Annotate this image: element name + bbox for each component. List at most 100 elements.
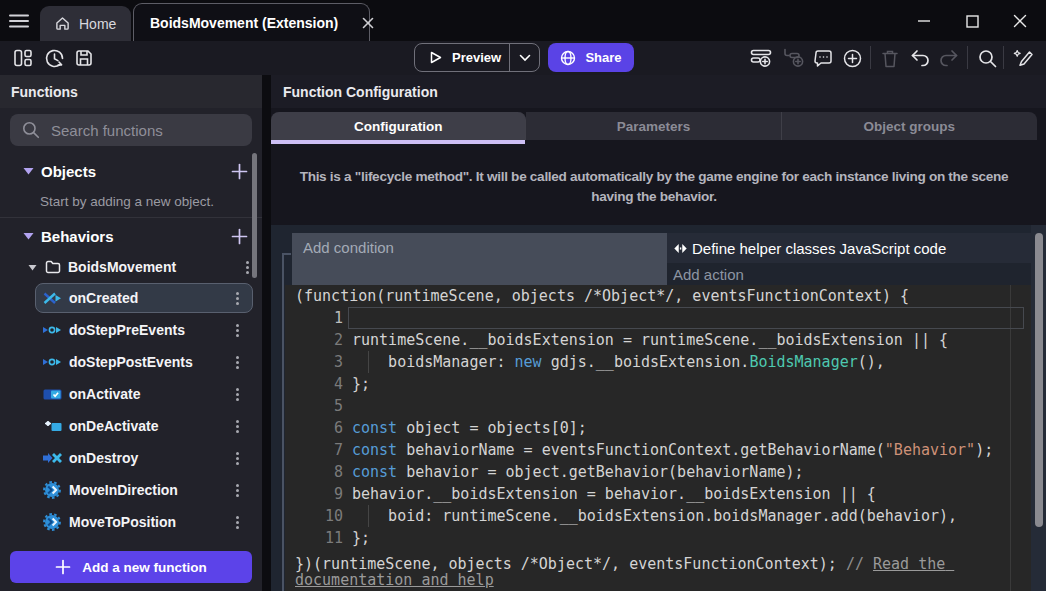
function-item-label: doStepPostEvents	[69, 354, 222, 370]
preview-dropdown-button[interactable]	[510, 44, 539, 71]
tab-active[interactable]: BoidsMovement (Extension)	[133, 3, 370, 41]
tab-home[interactable]: Home	[40, 6, 131, 41]
js-code-header-line: (function(runtimeScene, objects /*Object…	[295, 285, 909, 307]
add-circle-icon[interactable]	[841, 47, 863, 69]
function-item-label: onActivate	[69, 386, 222, 402]
configuration-panel-header: Function Configuration	[271, 75, 1046, 108]
add-condition-label: Add condition	[303, 239, 394, 285]
code-line-11[interactable]: 11};	[285, 527, 1031, 549]
search-icon	[22, 121, 40, 139]
configuration-tabs: ConfigurationParametersObject groups	[271, 112, 1037, 140]
line-number: 2	[285, 329, 343, 351]
preview-button-main[interactable]: Preview	[415, 44, 509, 71]
add-condition-button[interactable]: Add condition	[292, 233, 667, 285]
step-icon	[40, 325, 64, 335]
toolbar-divider	[870, 46, 871, 69]
behavior-folder-row[interactable]: BoidsMovement	[0, 254, 262, 280]
code-line-10[interactable]: 10 boid: runtimeScene.__boidsExtension.b…	[285, 505, 1031, 527]
code-line-6[interactable]: 6const object = objects[0];	[285, 417, 1031, 439]
plus-icon	[55, 559, 71, 575]
behaviors-section-header[interactable]: Behaviors	[0, 224, 262, 248]
step-icon	[40, 357, 64, 367]
code-line-2[interactable]: 2runtimeScene.__boidsExtension = runtime…	[285, 329, 1031, 351]
redo-icon[interactable]	[938, 47, 960, 69]
code-line-7[interactable]: 7const behaviorName = eventsFunctionCont…	[285, 439, 1031, 461]
open-project-manager-icon[interactable]	[12, 47, 34, 69]
chevron-down-icon[interactable]	[22, 167, 34, 175]
code-line-3[interactable]: 3 boidsManager: new gdjs.__boidsExtensio…	[285, 351, 1031, 373]
function-item-label: onDestroy	[69, 450, 222, 466]
code-line-9[interactable]: 9behavior.__boidsExtension = behavior.__…	[285, 483, 1031, 505]
function-item-doStepPostEvents[interactable]: doStepPostEvents	[35, 347, 253, 377]
behavior-folder-label: BoidsMovement	[68, 259, 232, 275]
tab-object-groups[interactable]: Object groups	[782, 112, 1037, 140]
function-item-onDestroy[interactable]: onDestroy	[35, 443, 253, 473]
undo-icon[interactable]	[909, 47, 931, 69]
search-functions-input[interactable]: Search functions	[10, 114, 252, 146]
function-item-onCreated[interactable]: onCreated	[35, 283, 253, 313]
right-panel-scrollbar[interactable]	[1035, 233, 1043, 527]
function-item-onDeActivate[interactable]: onDeActivate	[35, 411, 253, 441]
kebab-menu-icon[interactable]	[232, 261, 262, 274]
kebab-menu-icon[interactable]	[222, 420, 252, 433]
kebab-menu-icon[interactable]	[222, 292, 252, 305]
ai-edit-icon[interactable]	[1012, 47, 1034, 69]
chevron-down-icon[interactable]	[22, 264, 42, 271]
kebab-menu-icon[interactable]	[222, 388, 252, 401]
code-line-5[interactable]: 5	[285, 395, 1031, 417]
indent-guide	[368, 505, 369, 527]
js-code-editor[interactable]: (function(runtimeScene, objects /*Object…	[285, 285, 1031, 591]
line-number: 5	[285, 395, 343, 417]
function-item-label: onCreated	[69, 290, 222, 306]
add-behavior-button[interactable]	[222, 228, 256, 245]
share-button[interactable]: Share	[548, 43, 634, 72]
tab-close-icon[interactable]	[362, 17, 374, 29]
js-code-icon	[673, 242, 688, 255]
function-item-MoveToPosition[interactable]: MoveToPosition	[35, 507, 253, 537]
functions-panel-header: Functions	[0, 75, 262, 108]
js-event-title[interactable]: Define helper classes JavaScript code	[667, 233, 1031, 263]
line-number: 3	[285, 351, 343, 373]
window-close-button[interactable]	[1009, 10, 1031, 32]
kebab-menu-icon[interactable]	[222, 452, 252, 465]
save-icon[interactable]	[73, 47, 95, 69]
add-action-button[interactable]: Add action	[667, 263, 1031, 285]
code-line-1[interactable]: 1	[285, 307, 1031, 329]
code-line-4[interactable]: 4};	[285, 373, 1031, 395]
tab-configuration[interactable]: Configuration	[271, 112, 526, 140]
chevron-down-icon[interactable]	[22, 232, 34, 240]
function-item-MoveInDirection[interactable]: MoveInDirection	[35, 475, 253, 505]
sidebar-divider	[0, 217, 262, 218]
add-comment-icon[interactable]	[812, 47, 834, 69]
hamburger-menu-icon[interactable]	[9, 14, 30, 29]
window-minimize-button[interactable]	[913, 10, 935, 32]
globe-icon	[560, 50, 576, 66]
kebab-menu-icon[interactable]	[222, 484, 252, 497]
preview-button[interactable]: Preview	[414, 43, 540, 72]
add-function-button[interactable]: Add a new function	[10, 551, 252, 583]
function-item-onActivate[interactable]: onActivate	[35, 379, 253, 409]
code-line-8[interactable]: 8const behavior = object.getBehavior(beh…	[285, 461, 1031, 483]
function-item-doStepPreEvents[interactable]: doStepPreEvents	[35, 315, 253, 345]
main-toolbar: Preview Share	[0, 41, 1046, 75]
kebab-menu-icon[interactable]	[222, 516, 252, 529]
destroy-icon	[40, 452, 64, 464]
deactivate-icon	[40, 421, 64, 432]
indent-guide	[368, 351, 369, 373]
window-maximize-button[interactable]	[961, 10, 983, 32]
search-icon[interactable]	[976, 47, 998, 69]
line-number: 4	[285, 373, 343, 395]
history-icon[interactable]	[43, 47, 65, 69]
line-number: 10	[285, 505, 343, 527]
add-event-icon[interactable]	[750, 47, 772, 69]
function-item-label: MoveToPosition	[69, 514, 222, 530]
line-number: 9	[285, 483, 343, 505]
add-subevent-icon[interactable]	[783, 47, 805, 69]
tab-active-label: BoidsMovement (Extension)	[150, 15, 338, 31]
tab-parameters[interactable]: Parameters	[526, 112, 781, 140]
line-number: 7	[285, 439, 343, 461]
kebab-menu-icon[interactable]	[222, 324, 252, 337]
kebab-menu-icon[interactable]	[222, 356, 252, 369]
delete-icon[interactable]	[879, 47, 901, 69]
title-bar: Home BoidsMovement (Extension)	[0, 0, 1046, 41]
